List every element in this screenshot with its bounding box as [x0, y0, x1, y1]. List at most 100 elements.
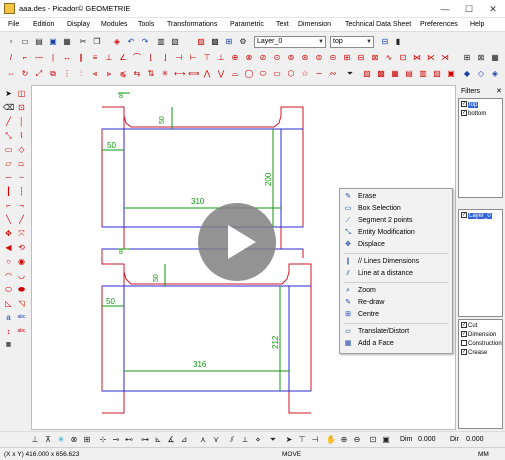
hatch-tool-icon[interactable]: ▨: [362, 69, 372, 79]
snap-parallel-icon[interactable]: ⫽: [227, 435, 237, 445]
paste-icon[interactable]: ▧: [170, 37, 180, 47]
circle-tool-icon[interactable]: ◯: [244, 69, 254, 79]
pattern-tool-icon[interactable]: ▩: [376, 69, 386, 79]
angle-tool-icon[interactable]: ∠: [118, 53, 128, 63]
menu-file[interactable]: File: [8, 21, 19, 28]
filter-type-construction[interactable]: Construction: [461, 340, 502, 349]
maximize-button[interactable]: ☐: [458, 0, 480, 18]
cursor-arrow-icon[interactable]: ➤: [284, 435, 294, 445]
menu-help[interactable]: Help: [470, 21, 484, 28]
spline-tool-icon[interactable]: ∽: [314, 69, 324, 79]
diagonal-icon[interactable]: ╲: [3, 214, 14, 225]
menu-text[interactable]: Text: [276, 21, 289, 28]
grid-icon[interactable]: ▦: [490, 53, 500, 63]
snap-end-icon[interactable]: ⊼: [43, 435, 53, 445]
segment-icon[interactable]: ⤡: [3, 130, 14, 141]
menu-display[interactable]: Display: [67, 21, 90, 28]
menu-transformations[interactable]: Transformations: [167, 21, 217, 28]
pdf-icon[interactable]: ▨: [196, 37, 206, 47]
hline-icon[interactable]: ─: [3, 172, 14, 183]
dim-value[interactable]: 0.000: [418, 436, 436, 443]
rotate-icon[interactable]: ⟲: [16, 242, 27, 253]
array-tool-icon[interactable]: ⋮: [62, 69, 72, 79]
menu-item-line-at-distance[interactable]: ⫽ Line at a distance: [340, 268, 452, 280]
text-icon[interactable]: a: [3, 312, 14, 323]
arc2-icon[interactable]: ◡: [16, 270, 27, 281]
zipper-tool-icon[interactable]: ⊠: [370, 53, 380, 63]
checkbox-checked-icon[interactable]: ✓: [461, 331, 467, 338]
clipboard-icon[interactable]: ▥: [156, 37, 166, 47]
flap-tool-icon[interactable]: ⋉: [426, 53, 436, 63]
offset2-tool-icon[interactable]: ⟺: [188, 69, 199, 79]
parallel-tool-icon[interactable]: ∥: [76, 53, 86, 63]
line-tool-icon[interactable]: /: [6, 53, 16, 63]
arrow-left-icon[interactable]: ◀: [3, 242, 14, 253]
scale-tool-icon[interactable]: ⤢: [34, 69, 44, 79]
cut-tool-icon[interactable]: ⊙: [272, 53, 282, 63]
notch-tool-icon[interactable]: ⊚: [286, 53, 296, 63]
dashed-line-icon[interactable]: ┄: [16, 172, 27, 183]
line-icon[interactable]: ╱: [3, 116, 14, 127]
filter-type-cut[interactable]: ✓ Cut: [461, 322, 477, 331]
eraser-icon[interactable]: ⌫: [3, 102, 14, 113]
fillet-icon[interactable]: ◹: [16, 298, 27, 309]
board-tool-icon[interactable]: ▧: [432, 69, 442, 79]
text-box-icon[interactable]: abc: [16, 312, 27, 323]
menu-item-lines-dimensions[interactable]: ∥ // Lines Dimensions: [340, 256, 452, 268]
arrows-tool-icon[interactable]: ↔: [62, 53, 72, 63]
snap-center-icon[interactable]: ⊗: [69, 435, 79, 445]
window-select-icon[interactable]: ⊡: [16, 102, 27, 113]
snap-point-icon[interactable]: ⊥: [30, 435, 40, 445]
diagonal2-icon[interactable]: ╱: [16, 214, 27, 225]
half-cut-tool-icon[interactable]: ⊟: [356, 53, 366, 63]
print-icon[interactable]: ▦: [62, 37, 72, 47]
polygon-tool-icon[interactable]: ⬡: [286, 69, 296, 79]
menu-dimension[interactable]: Dimension: [298, 21, 331, 28]
snap-angle-icon[interactable]: ∡: [166, 435, 176, 445]
zoom-fit-icon[interactable]: ⊡: [368, 435, 378, 445]
menu-item-redraw[interactable]: ✎ Re-draw: [340, 297, 452, 309]
corner-icon[interactable]: ⌐: [3, 200, 14, 211]
stretch-tool-icon[interactable]: ⟷: [174, 69, 185, 79]
join-tool-icon[interactable]: ⊕: [230, 53, 240, 63]
corner-tool-icon[interactable]: ⋊: [440, 53, 450, 63]
snap-ortho-icon[interactable]: ⊿: [179, 435, 189, 445]
align-tool-icon[interactable]: ⫶: [76, 69, 86, 79]
copy-icon[interactable]: ❐: [92, 37, 102, 47]
export-icon[interactable]: ⊞: [224, 37, 234, 47]
menu-item-erase[interactable]: ✎ Erase: [340, 191, 452, 203]
sheet-tool-icon[interactable]: ▥: [418, 69, 428, 79]
wave-tool-icon[interactable]: ∿: [384, 53, 394, 63]
split-tool-icon[interactable]: ⊣: [174, 53, 184, 63]
menu-technical-data-sheet[interactable]: Technical Data Sheet: [345, 21, 411, 28]
view-select[interactable]: top ▼: [330, 36, 374, 48]
settings-icon[interactable]: ⚙: [238, 37, 248, 47]
zoom-window-icon[interactable]: ▣: [381, 435, 391, 445]
ellipse-tool-icon[interactable]: ⬭: [258, 69, 268, 79]
snap-node-icon[interactable]: ⋄: [253, 435, 263, 445]
glue-tool-icon[interactable]: ⊞: [342, 53, 352, 63]
lock-tool-icon[interactable]: ⊡: [398, 53, 408, 63]
checkbox-checked-icon[interactable]: ✓: [461, 212, 467, 219]
distribute-tool-icon[interactable]: ⫷: [90, 69, 100, 79]
filter-icon[interactable]: ⏷: [345, 69, 355, 79]
save-icon[interactable]: ▣: [48, 37, 58, 47]
menu-item-zoom[interactable]: ⌕ Zoom: [340, 285, 452, 297]
flip-v-tool-icon[interactable]: ⇅: [146, 69, 156, 79]
dimension-text-icon[interactable]: abc: [16, 326, 27, 337]
flip-h-tool-icon[interactable]: ⇆: [132, 69, 142, 79]
nest-tool-icon[interactable]: ▦: [390, 69, 400, 79]
rect-icon[interactable]: ▭: [3, 144, 14, 155]
checkbox-checked-icon[interactable]: ✓: [461, 110, 467, 117]
select-arrow-icon[interactable]: ➤: [3, 88, 14, 99]
3d-view-icon[interactable]: ◆: [462, 69, 472, 79]
filter-view-top[interactable]: ✓ top: [461, 101, 479, 110]
circle-icon[interactable]: ○: [3, 256, 14, 267]
snap-edge-icon[interactable]: ⋎: [211, 435, 221, 445]
menu-edition[interactable]: Edition: [33, 21, 54, 28]
vertical-line-icon[interactable]: │: [16, 116, 27, 127]
checkbox-unchecked-icon[interactable]: [461, 340, 467, 347]
measure-icon[interactable]: ⊠: [476, 53, 486, 63]
open-file-icon[interactable]: ▤: [34, 37, 44, 47]
filter-view-bottom[interactable]: ✓ bottom: [461, 110, 486, 119]
